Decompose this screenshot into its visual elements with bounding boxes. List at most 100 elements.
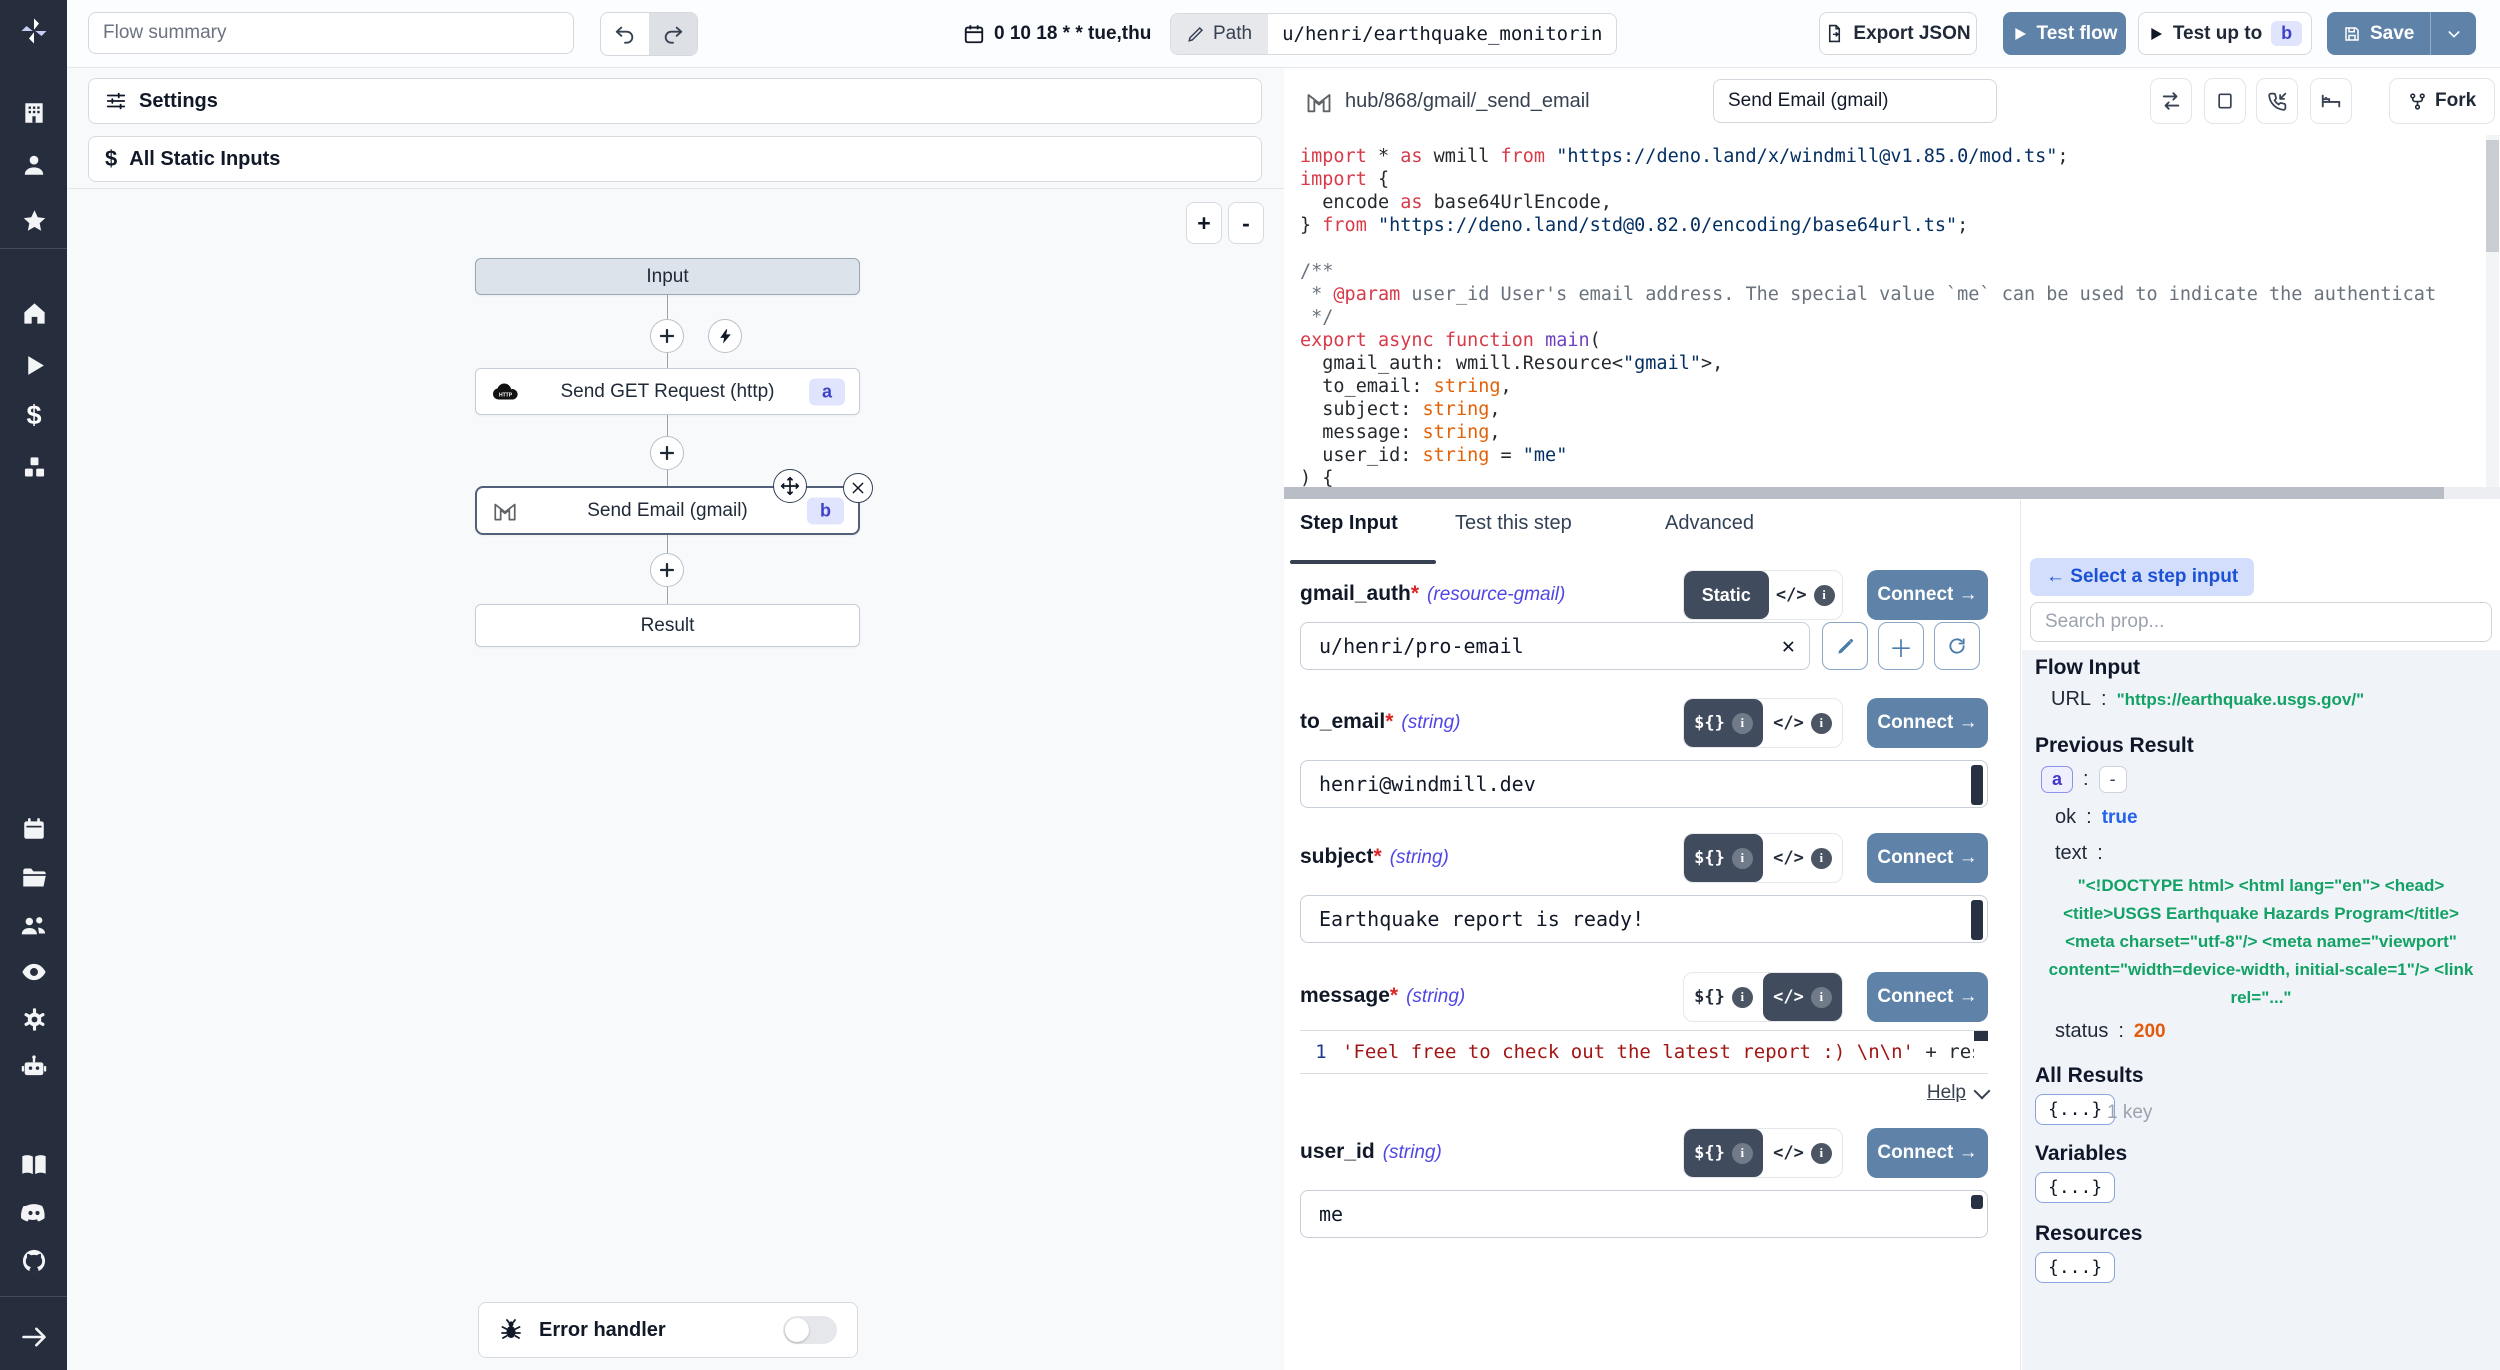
export-json-button[interactable]: Export JSON: [1819, 12, 1977, 55]
template-mode-button[interactable]: ${}i: [1684, 973, 1763, 1021]
flow-node-result[interactable]: Result: [475, 604, 860, 647]
save-dropdown-button[interactable]: [2430, 12, 2476, 55]
user-icon[interactable]: [15, 146, 53, 184]
fork-button[interactable]: Fork: [2389, 78, 2495, 124]
test-flow-button[interactable]: Test flow: [2003, 12, 2126, 55]
error-handler-toggle[interactable]: [783, 1316, 837, 1344]
ok-value[interactable]: true: [2102, 807, 2138, 829]
url-value[interactable]: "https://earthquake.usgs.gov/": [2117, 690, 2365, 710]
result-a-badge[interactable]: a: [2041, 766, 2073, 793]
tab-step-input[interactable]: Step Input: [1300, 512, 1398, 535]
info-icon[interactable]: i: [1811, 848, 1832, 869]
connect-button-user-id[interactable]: Connect →: [1867, 1128, 1988, 1178]
ok-key[interactable]: ok: [2055, 806, 2076, 829]
insert-step-button[interactable]: [650, 436, 684, 470]
workers-robot-icon[interactable]: [15, 1048, 53, 1086]
flow-settings-button[interactable]: Settings: [88, 78, 1262, 124]
info-icon[interactable]: i: [1732, 987, 1753, 1008]
tab-advanced[interactable]: Advanced: [1665, 512, 1754, 535]
variables-object-badge[interactable]: {...}: [2035, 1172, 2115, 1203]
code-horizontal-scrollbar-thumb[interactable]: [1284, 487, 2444, 499]
windmill-logo-icon[interactable]: [15, 12, 53, 50]
settings-gear-icon[interactable]: [15, 1000, 53, 1038]
all-results-object-badge[interactable]: {...}: [2035, 1094, 2115, 1125]
zoom-in-button[interactable]: +: [1186, 202, 1222, 244]
insert-step-button[interactable]: [650, 319, 684, 353]
edit-resource-button[interactable]: [1822, 622, 1868, 670]
resources-cubes-icon[interactable]: [15, 448, 53, 486]
bed-sleep-button[interactable]: [2310, 78, 2352, 124]
javascript-mode-button[interactable]: </>i: [1763, 1129, 1842, 1177]
javascript-mode-button[interactable]: </>i: [1763, 834, 1842, 882]
flow-node-step-a[interactable]: HTTP Send GET Request (http) a: [475, 368, 860, 415]
expand-sidebar-arrow-icon[interactable]: [15, 1318, 53, 1356]
status-value[interactable]: 200: [2134, 1021, 2166, 1043]
delete-step-button[interactable]: [843, 473, 873, 503]
template-mode-button[interactable]: ${}i: [1684, 1129, 1763, 1177]
edit-path-button[interactable]: Path: [1171, 14, 1268, 54]
audit-eye-icon[interactable]: [15, 953, 53, 991]
help-link[interactable]: Help: [1927, 1082, 1966, 1104]
connect-button-gmail-auth[interactable]: Connect →: [1867, 570, 1988, 620]
swap-script-button[interactable]: [2150, 78, 2192, 124]
template-mode-button[interactable]: ${}i: [1684, 699, 1763, 747]
discord-icon[interactable]: [15, 1194, 53, 1232]
select-step-input-button[interactable]: ← Select a step input: [2030, 558, 2254, 596]
textarea-scrollbar[interactable]: [1971, 900, 1983, 940]
path-value[interactable]: u/henri/earthquake_monitorin: [1268, 14, 1616, 54]
url-key[interactable]: URL: [2051, 688, 2091, 711]
result-a-collapsed[interactable]: -: [2099, 766, 2127, 793]
tab-test-this-step[interactable]: Test this step: [1455, 512, 1572, 535]
editor-scrollbar[interactable]: [1974, 1031, 1988, 1041]
message-code-editor[interactable]: 1 'Feel free to check out the latest rep…: [1300, 1030, 1988, 1074]
zoom-out-button[interactable]: -: [1228, 202, 1264, 244]
javascript-mode-button[interactable]: </>i: [1769, 571, 1842, 619]
search-prop-input[interactable]: [2030, 602, 2492, 642]
schedules-calendar-icon[interactable]: [15, 810, 53, 848]
text-value[interactable]: "<!DOCTYPE html> <html lang="en"> <head>…: [2037, 872, 2485, 1012]
info-icon[interactable]: i: [1811, 987, 1832, 1008]
test-up-to-button[interactable]: Test up to b: [2138, 12, 2312, 55]
flow-summary-input[interactable]: [88, 12, 574, 54]
expand-editor-button[interactable]: [2204, 78, 2246, 124]
textarea-scrollbar[interactable]: [1971, 765, 1983, 805]
home-icon[interactable]: [15, 294, 53, 332]
user-id-input[interactable]: me: [1300, 1190, 1988, 1238]
connect-button-to-email[interactable]: Connect →: [1867, 698, 1988, 748]
text-key[interactable]: text: [2055, 842, 2087, 865]
code-vertical-scrollbar-thumb[interactable]: [2486, 140, 2499, 252]
schedule-summary[interactable]: 0 10 18 * * tue,thu: [963, 0, 1151, 67]
javascript-mode-button[interactable]: </>i: [1763, 699, 1842, 747]
github-icon[interactable]: [15, 1242, 53, 1280]
variables-dollar-icon[interactable]: $: [15, 396, 53, 434]
runs-play-icon[interactable]: [15, 346, 53, 384]
info-icon[interactable]: i: [1811, 1143, 1832, 1164]
favorites-star-icon[interactable]: [15, 202, 53, 240]
info-icon[interactable]: i: [1814, 585, 1835, 606]
add-resource-button[interactable]: ＋: [1878, 622, 1924, 670]
step-name-input[interactable]: [1713, 79, 1997, 123]
move-step-handle[interactable]: [773, 469, 807, 503]
template-mode-button[interactable]: ${}i: [1684, 834, 1763, 882]
info-icon[interactable]: i: [1732, 848, 1753, 869]
to-email-input[interactable]: henri@windmill.dev: [1300, 760, 1988, 808]
resources-object-badge[interactable]: {...}: [2035, 1252, 2115, 1283]
connect-button-message[interactable]: Connect →: [1867, 972, 1988, 1022]
info-icon[interactable]: i: [1811, 713, 1832, 734]
flow-node-input[interactable]: Input: [475, 258, 860, 295]
save-button[interactable]: Save: [2327, 12, 2430, 55]
groups-users-icon[interactable]: [15, 906, 53, 944]
webhook-phone-button[interactable]: [2256, 78, 2298, 124]
folders-icon[interactable]: [15, 858, 53, 896]
insert-step-button[interactable]: [650, 553, 684, 587]
connect-button-subject[interactable]: Connect →: [1867, 833, 1988, 883]
code-editor[interactable]: import * as wmill from "https://deno.lan…: [1284, 135, 2488, 487]
gmail-auth-resource-input[interactable]: u/henri/pro-email ✕: [1300, 622, 1810, 670]
javascript-mode-button[interactable]: </>i: [1763, 973, 1842, 1021]
info-icon[interactable]: i: [1732, 713, 1753, 734]
status-key[interactable]: status: [2055, 1020, 2108, 1043]
refresh-resource-button[interactable]: [1934, 622, 1980, 670]
trigger-bolt-button[interactable]: [708, 319, 742, 353]
all-static-inputs-button[interactable]: $ All Static Inputs: [88, 136, 1262, 182]
workspace-building-icon[interactable]: [15, 94, 53, 132]
